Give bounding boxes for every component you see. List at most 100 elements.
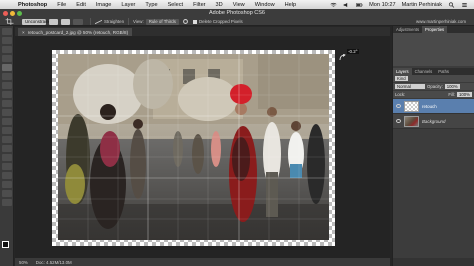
kind-filter-select[interactable]: Kind — [395, 76, 408, 81]
eraser-tool-icon[interactable] — [1, 118, 12, 125]
view-overlay-select[interactable]: Rule of Thirds — [145, 18, 179, 25]
menu-edit[interactable]: Edit — [76, 2, 92, 8]
blend-row: Normal Opacity: 100% — [393, 83, 474, 91]
visibility-eye-icon[interactable] — [396, 104, 401, 108]
notification-list-icon[interactable] — [461, 2, 468, 8]
tools-panel — [0, 26, 14, 266]
move-tool-icon[interactable] — [1, 28, 12, 35]
menu-file[interactable]: File — [57, 2, 72, 8]
layers-panel-footer — [393, 258, 474, 266]
website-url: www.martinperhiniak.com — [415, 19, 466, 24]
healing-brush-tool-icon[interactable] — [1, 82, 12, 89]
battery-icon[interactable] — [356, 2, 363, 8]
document-info[interactable]: Doc: 4.52M/13.0M — [36, 260, 72, 265]
layer-filter-row: Kind — [393, 75, 474, 83]
crop-tool-icon[interactable] — [4, 18, 16, 25]
layers-tabs: Layers Channels Paths — [393, 68, 474, 75]
menu-app-name[interactable]: Photoshop — [18, 2, 53, 8]
blend-mode-select[interactable]: Normal — [395, 84, 425, 89]
options-bar: Adobe Photoshop CS6 Unconstrained Straig… — [0, 9, 474, 26]
menu-filter[interactable]: Filter — [193, 2, 211, 8]
right-panels: Adjustments Properties Layers Channels P… — [392, 26, 474, 266]
gradient-tool-icon[interactable] — [1, 127, 12, 134]
photo-image — [58, 54, 329, 240]
crop-tool-active-icon[interactable] — [1, 64, 12, 71]
crop-options: Unconstrained Straighten View: Rule of T… — [0, 17, 474, 26]
crop-height-field[interactable] — [61, 18, 70, 25]
document-tab-label: retouch_postcard_2.jpg @ 50% (retouch, R… — [27, 29, 129, 35]
lasso-tool-icon[interactable] — [1, 46, 12, 53]
history-brush-tool-icon[interactable] — [1, 109, 12, 116]
layer-thumbnail — [404, 115, 419, 127]
gear-icon[interactable] — [182, 18, 189, 25]
menubar-status: Mon 10:27 Martin Perhiniak — [330, 2, 474, 8]
delete-cropped-checkbox[interactable] — [192, 19, 197, 24]
zoom-level[interactable]: 50% — [19, 260, 28, 265]
clear-button[interactable] — [73, 18, 83, 25]
straighten-icon[interactable] — [95, 19, 102, 25]
foreground-color-swatch[interactable] — [2, 241, 9, 248]
wifi-icon[interactable] — [330, 2, 337, 8]
fill-field[interactable]: 100% — [457, 92, 472, 97]
adjustments-tabs: Adjustments Properties — [393, 26, 474, 33]
menu-3d[interactable]: 3D — [216, 2, 229, 8]
visibility-eye-icon[interactable] — [396, 119, 401, 123]
marquee-tool-icon[interactable] — [1, 37, 12, 44]
brush-tool-icon[interactable] — [1, 91, 12, 98]
menu-layer[interactable]: Layer — [121, 2, 141, 8]
lock-row: Lock: Fill: 100% — [393, 91, 474, 99]
menu-image[interactable]: Image — [96, 2, 118, 8]
shape-tool-icon[interactable] — [1, 181, 12, 188]
blur-tool-icon[interactable] — [1, 136, 12, 143]
clone-stamp-tool-icon[interactable] — [1, 100, 12, 107]
volume-icon[interactable] — [343, 2, 350, 8]
tab-properties[interactable]: Properties — [422, 26, 448, 33]
user-name[interactable]: Martin Perhiniak — [402, 2, 442, 8]
tab-layers[interactable]: Layers — [393, 68, 412, 75]
lock-label: Lock: — [395, 92, 406, 97]
dodge-tool-icon[interactable] — [1, 145, 12, 152]
tab-channels[interactable]: Channels — [412, 69, 436, 74]
canvas-area[interactable]: -0.2° — [15, 36, 390, 258]
document-tab[interactable]: × retouch_postcard_2.jpg @ 50% (retouch,… — [18, 28, 133, 36]
layer-retouch[interactable]: retouch — [393, 99, 474, 114]
opacity-field[interactable]: 100% — [444, 84, 460, 89]
menu-help[interactable]: Help — [285, 2, 303, 8]
layer-name[interactable]: Background — [422, 119, 445, 124]
separator — [128, 18, 130, 25]
layer-name[interactable]: retouch — [422, 104, 437, 109]
app-title: Adobe Photoshop CS6 — [209, 10, 265, 16]
pen-tool-icon[interactable] — [1, 154, 12, 161]
crop-ratio-select[interactable]: Unconstrained — [22, 18, 53, 25]
mac-menubar: Photoshop File Edit Image Layer Type Sel… — [0, 0, 474, 9]
menu-select[interactable]: Select — [168, 2, 190, 8]
straighten-label[interactable]: Straighten — [104, 19, 124, 24]
eyedropper-tool-icon[interactable] — [1, 73, 12, 80]
clock[interactable]: Mon 10:27 — [369, 2, 395, 8]
delete-cropped-label[interactable]: Delete Cropped Pixels — [199, 19, 243, 24]
separator — [90, 18, 91, 25]
menu-view[interactable]: View — [233, 2, 251, 8]
quick-select-tool-icon[interactable] — [1, 55, 12, 62]
status-bar: 50% Doc: 4.52M/13.0M — [15, 258, 390, 266]
close-tab-icon[interactable]: × — [22, 30, 25, 35]
crop-width-field[interactable] — [49, 18, 58, 25]
menu-window[interactable]: Window — [255, 2, 281, 8]
tab-paths[interactable]: Paths — [435, 69, 452, 74]
document-tab-bar: × retouch_postcard_2.jpg @ 50% (retouch,… — [15, 27, 390, 36]
crop-box[interactable] — [52, 50, 335, 246]
type-tool-icon[interactable] — [1, 163, 12, 170]
rotate-cursor-icon — [339, 54, 346, 61]
layer-thumbnail — [404, 100, 419, 112]
menu-type[interactable]: Type — [145, 2, 163, 8]
path-selection-tool-icon[interactable] — [1, 172, 12, 179]
tab-adjustments[interactable]: Adjustments — [393, 27, 422, 32]
view-label: View: — [133, 19, 144, 24]
hand-tool-icon[interactable] — [1, 190, 12, 197]
rotation-angle-readout: -0.2° — [347, 49, 359, 54]
fill-label: Fill: — [448, 92, 455, 97]
opacity-label: Opacity: — [427, 84, 443, 89]
spotlight-search-icon[interactable] — [448, 1, 455, 8]
layer-background[interactable]: Background — [393, 114, 474, 129]
zoom-tool-icon[interactable] — [1, 199, 12, 206]
